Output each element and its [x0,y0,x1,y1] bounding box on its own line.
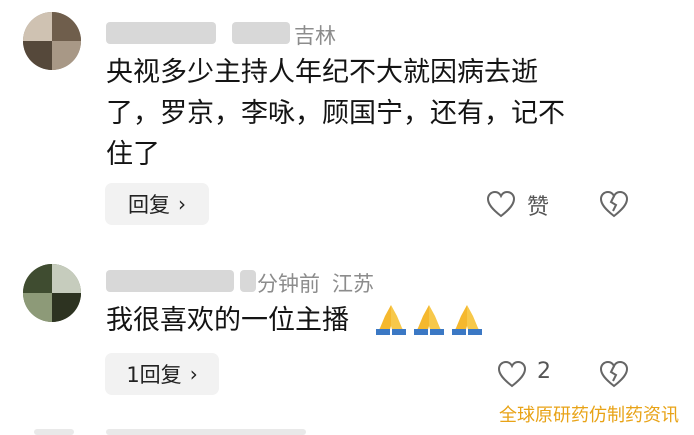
blurred-username [106,22,216,44]
avatar[interactable] [23,12,81,70]
comment-text: 央视多少主持人年纪不大就因病去逝 了，罗京，李咏，顾国宁，还有，记不 住了 [106,52,636,175]
pray-emoji [412,302,446,340]
dislike-button[interactable] [599,360,629,388]
chevron-right-icon: › [178,192,186,216]
heart-outline-icon [486,190,516,218]
dislike-button[interactable] [599,190,629,218]
comment-line: 央视多少主持人年纪不大就因病去逝 [106,57,538,88]
avatar-pixel [52,264,81,293]
broken-heart-icon [599,190,629,218]
broken-heart-icon [599,360,629,388]
avatar-pixel [52,41,81,70]
comment-text: 我很喜欢的一位主播 [106,305,349,336]
avatar-pixel [52,12,81,41]
like-button[interactable]: 赞 [486,190,566,220]
emoji-group [374,302,484,340]
avatar-pixel [23,41,52,70]
reply-label: 1回复 [126,363,182,387]
comment-line: 住了 [106,139,160,170]
blurred-username [106,270,234,292]
avatar-pixel [23,12,52,41]
comment-location: 吉林 [294,24,336,48]
avatar-pixel [23,293,52,322]
reply-button[interactable]: 回复 › [105,183,209,225]
heart-outline-icon [497,360,527,388]
comment-location: 江苏 [332,272,374,296]
reply-label: 回复 [128,193,170,217]
like-label: 赞 [527,195,550,220]
blurred-time [240,270,256,292]
reply-button[interactable]: 1回复 › [105,353,219,395]
comment-line: 了，罗京，李咏，顾国宁，还有，记不 [106,98,565,129]
watermark-text: 全球原研药仿制药资讯 [499,405,679,426]
avatar-pixel [23,264,52,293]
comment-time: 分钟前 [257,272,320,296]
pray-emoji [450,302,484,340]
blurred-time [232,22,290,44]
chevron-right-icon: › [189,362,198,386]
like-count: 2 [537,359,551,384]
like-button[interactable]: 2 [497,359,557,390]
pray-emoji [374,302,408,340]
next-comment-partial [106,429,306,435]
avatar[interactable] [23,264,81,322]
next-comment-partial [34,429,74,435]
avatar-pixel [52,293,81,322]
